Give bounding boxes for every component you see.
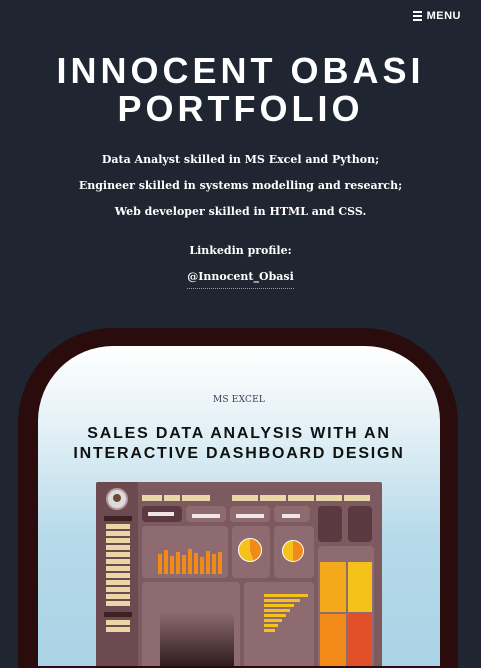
filter-chip [288,495,314,501]
filter-chip [316,495,342,501]
pie-chart [238,538,262,562]
slicer-item [106,538,130,543]
project-title: SALES DATA ANALYSIS WITH AN INTERACTIVE … [38,424,440,464]
bio-line: Data Analyst skilled in MS Excel and Pyt… [101,153,380,166]
hbar [264,609,290,612]
slicer-header [104,612,132,617]
filter-chip [260,495,286,501]
line-chart-tile [142,582,240,666]
kpi-text [192,514,220,518]
linkedin-label: Linkedin profile: [189,244,292,257]
kpi-badge [318,506,342,542]
dashboard-filters [142,486,376,504]
menu-label: MENU [426,10,461,22]
bar-chart-tile [142,526,228,578]
pie-chart-tile [274,526,314,578]
bio-line: Web developer skilled in HTML and CSS. [114,205,367,218]
hbar [264,604,294,607]
kpi-text [148,512,174,516]
hamburger-icon [412,9,422,23]
slicer-item [106,559,130,564]
treemap-cell [348,614,372,666]
bio-line: Engineer skilled in systems modelling an… [78,179,403,192]
slicer-item [106,573,130,578]
slicer-item [106,627,130,632]
bar [164,550,168,574]
slicer-header [104,516,132,521]
dashboard-sidebar [96,482,138,666]
bar [176,552,180,574]
title-line-2: PORTFOLIO [117,88,364,129]
slicer-item [106,620,130,625]
dashboard-thumbnail[interactable] [96,482,382,666]
slicer-item [106,524,130,529]
kpi-tile [230,506,270,522]
bar [206,551,210,574]
kpi-tile [186,506,226,522]
slicer-item [106,545,130,550]
hbar [264,624,278,627]
avatar [106,488,128,510]
menu-button[interactable]: MENU [412,9,461,23]
hbar [264,619,282,622]
bio: Data Analyst skilled in MS Excel and Pyt… [0,147,481,225]
bar [200,557,204,574]
slicer-item [106,552,130,557]
linkedin-link[interactable]: @Innocent_Obasi [187,270,294,289]
treemap-cell [320,562,346,612]
kpi-title-tile [142,506,182,522]
bar [170,556,174,574]
treemap-tile [318,546,374,666]
slicer-item [106,587,130,592]
kpi-tile [274,506,310,522]
filter-chip [344,495,370,501]
bar [182,555,186,574]
bar [158,554,162,574]
bar [194,553,198,574]
project-title-line-2: INTERACTIVE DASHBOARD DESIGN [73,445,405,462]
filter-chip [142,495,162,501]
pie-chart-tile [232,526,270,578]
filter-chip [164,495,180,501]
bar-chart [158,544,224,574]
slicer-item [106,580,130,585]
line-chart-area [160,612,234,666]
linkedin-section: Linkedin profile: @Innocent_Obasi [0,244,481,289]
project-category: MS EXCEL [212,395,266,405]
hbar-chart-tile [244,582,314,666]
treemap-cell [348,562,372,612]
kpi-text [236,514,264,518]
hbar [264,629,275,632]
filter-chip [182,495,210,501]
title-line-1: INNOCENT OBASI [56,50,425,91]
hbar [264,599,300,602]
slicer-item [106,531,130,536]
slicer-item [106,594,130,599]
slicer-item [106,566,130,571]
filter-chip [232,495,258,501]
treemap-cell [320,614,346,666]
bar [212,554,216,574]
kpi-badge [348,506,372,542]
page-title: INNOCENT OBASI PORTFOLIO [0,52,481,128]
hbar [264,594,308,597]
hbar [264,614,286,617]
pie-chart [282,540,304,562]
bar [218,552,222,574]
slicer-item [106,601,130,606]
project-title-line-1: SALES DATA ANALYSIS WITH AN [87,425,391,442]
bar [188,549,192,574]
kpi-text [282,514,300,518]
project-card[interactable]: MS EXCEL SALES DATA ANALYSIS WITH AN INT… [38,346,440,666]
